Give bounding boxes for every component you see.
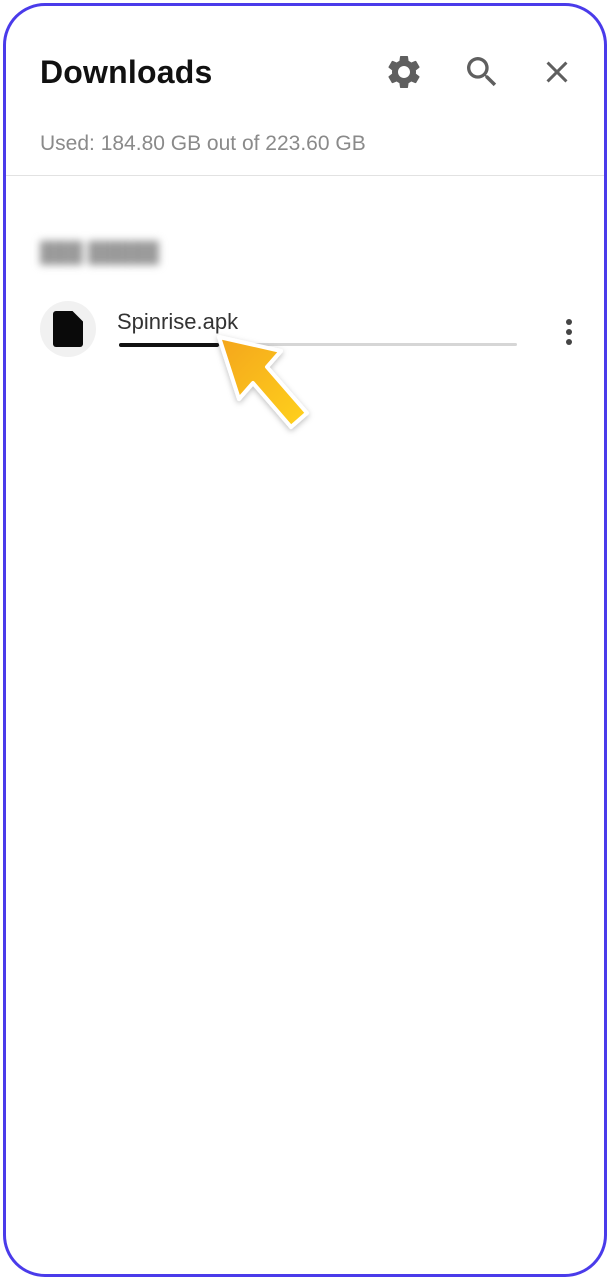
search-icon (467, 57, 497, 87)
more-options-button[interactable] (554, 312, 584, 352)
file-icon (53, 311, 83, 347)
search-button[interactable] (458, 48, 506, 96)
divider (6, 175, 604, 176)
storage-usage: Used: 184.80 GB out of 223.60 GB (40, 132, 366, 155)
phone-frame: Downloads Used: 184.80 GB out of 223.60 … (3, 3, 607, 1277)
header: Downloads (6, 6, 604, 136)
gear-icon (388, 55, 420, 88)
date-group-header-blurred: ███ █████ (40, 242, 159, 264)
more-vertical-icon (566, 319, 572, 345)
file-icon-container (40, 301, 96, 357)
close-button[interactable] (533, 48, 581, 96)
download-progress-fill (119, 342, 219, 347)
settings-button[interactable] (380, 48, 428, 96)
pointer-arrow-icon (217, 335, 309, 429)
close-icon (546, 61, 568, 83)
page-title: Downloads (40, 54, 213, 90)
